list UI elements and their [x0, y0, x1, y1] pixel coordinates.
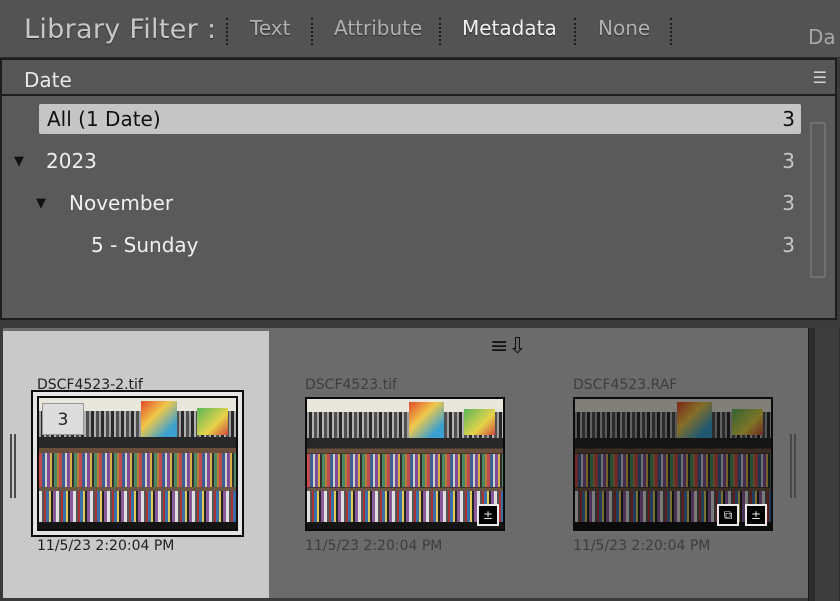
stack-count-badge[interactable]: 3: [42, 403, 84, 435]
date-row-count: 3: [782, 149, 795, 173]
filter-separator: [670, 18, 672, 45]
develop-adjustments-icon[interactable]: ±: [477, 504, 499, 526]
library-filter-bar: Library Filter : Text Attribute Metadata…: [0, 0, 840, 58]
date-row-count: 3: [782, 107, 795, 131]
library-filter-title: Library Filter :: [24, 14, 217, 45]
thumbnail-datetime: 11/5/23 2:20:04 PM: [573, 538, 711, 554]
filter-bar-cut-label: Da: [808, 25, 836, 49]
column-header[interactable]: Date ☰: [2, 60, 835, 96]
date-row-count: 3: [782, 233, 795, 257]
date-row-month[interactable]: ▼ November 3: [10, 188, 801, 218]
thumbnail-datetime: 11/5/23 2:20:04 PM: [305, 538, 443, 554]
date-row-year[interactable]: ▼ 2023 3: [10, 146, 801, 176]
filter-separator: [226, 18, 228, 45]
filter-separator: [311, 18, 313, 45]
filter-tab-metadata[interactable]: Metadata: [462, 16, 557, 40]
filter-separator: [574, 18, 576, 45]
column-menu-icon[interactable]: ☰: [813, 68, 827, 87]
date-metadata-column: Date ☰ All (1 Date) 3 ▼ 2023 3 ▼ Novembe…: [0, 58, 837, 320]
thumbnail-filename: DSCF4523.RAF: [573, 377, 678, 393]
disclosure-triangle-icon[interactable]: ▼: [36, 196, 46, 211]
develop-adjustments-icon[interactable]: ±: [745, 504, 767, 526]
date-row-all[interactable]: All (1 Date) 3: [39, 104, 801, 134]
right-panel-edge: [808, 328, 840, 601]
date-row-label: All (1 Date): [47, 107, 161, 131]
virtual-copy-icon[interactable]: ⧉: [717, 504, 739, 526]
date-list: All (1 Date) 3 ▼ 2023 3 ▼ November 3 5 -…: [2, 96, 835, 318]
disclosure-triangle-icon[interactable]: ▼: [14, 154, 24, 169]
stack-collapse-handle[interactable]: [790, 434, 796, 498]
filter-tab-attribute[interactable]: Attribute: [334, 16, 422, 40]
date-row-day[interactable]: 5 - Sunday 3: [10, 230, 801, 260]
date-row-label: 2023: [46, 149, 97, 173]
stack-collapse-handle[interactable]: [10, 434, 16, 498]
date-row-label: 5 - Sunday: [91, 233, 199, 257]
sort-direction-icon[interactable]: ≡⇩: [490, 334, 527, 359]
filter-tab-text[interactable]: Text: [250, 16, 290, 40]
filter-tab-none[interactable]: None: [598, 16, 650, 40]
thumbnail-image[interactable]: [305, 397, 505, 531]
thumbnail-filename: DSCF4523.tif: [305, 377, 397, 393]
filter-separator: [439, 18, 441, 45]
date-row-label: November: [69, 191, 174, 215]
date-row-count: 3: [782, 191, 795, 215]
column-scrollbar[interactable]: [810, 122, 826, 278]
thumbnail-datetime: 11/5/23 2:20:04 PM: [37, 538, 175, 554]
thumbnail-image[interactable]: [573, 397, 773, 531]
column-header-label: Date: [24, 68, 72, 92]
